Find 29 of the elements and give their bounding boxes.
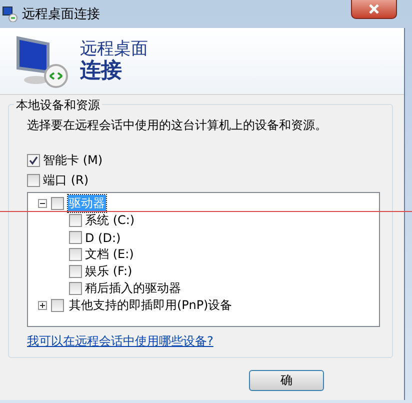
- expander-icon[interactable]: [38, 199, 47, 208]
- help-link[interactable]: 我可以在远程会话中使用哪些设备?: [27, 333, 214, 350]
- checkbox-label[interactable]: 智能卡 (M): [43, 152, 103, 169]
- header-title: 远程桌面: [80, 40, 148, 59]
- tree-item[interactable]: 稍后插入的驱动器: [84, 280, 182, 297]
- checkbox[interactable]: [69, 282, 82, 295]
- app-icon: [2, 6, 18, 22]
- checkbox[interactable]: [51, 299, 64, 312]
- header-subtitle: 连接: [80, 58, 123, 82]
- checkbox[interactable]: [27, 154, 40, 167]
- tree-item[interactable]: D (D:): [84, 230, 122, 244]
- window-title: 远程桌面连接: [22, 6, 100, 23]
- description: 选择要在远程会话中使用的这台计算机上的设备和资源。: [27, 117, 328, 134]
- tree-item[interactable]: 娱乐 (F:): [84, 263, 134, 280]
- checkbox[interactable]: [69, 248, 82, 261]
- close-button[interactable]: [351, 0, 397, 19]
- checkbox[interactable]: [69, 265, 82, 278]
- ok-button[interactable]: 确: [249, 370, 324, 391]
- checkbox[interactable]: [27, 174, 40, 187]
- checkbox-label[interactable]: 端口 (R): [43, 172, 89, 189]
- close-icon: [368, 4, 380, 14]
- checkbox[interactable]: [51, 197, 64, 210]
- tree-item[interactable]: 文档 (E:): [84, 246, 135, 263]
- tree-item[interactable]: 系统 (C:): [84, 212, 136, 229]
- group-title: 本地设备和资源: [14, 97, 102, 114]
- expander-icon[interactable]: [38, 301, 47, 310]
- tree-item[interactable]: 其他支持的即插即用(PnP)设备: [68, 297, 234, 314]
- checkbox[interactable]: [69, 214, 82, 227]
- checkbox[interactable]: [69, 231, 82, 244]
